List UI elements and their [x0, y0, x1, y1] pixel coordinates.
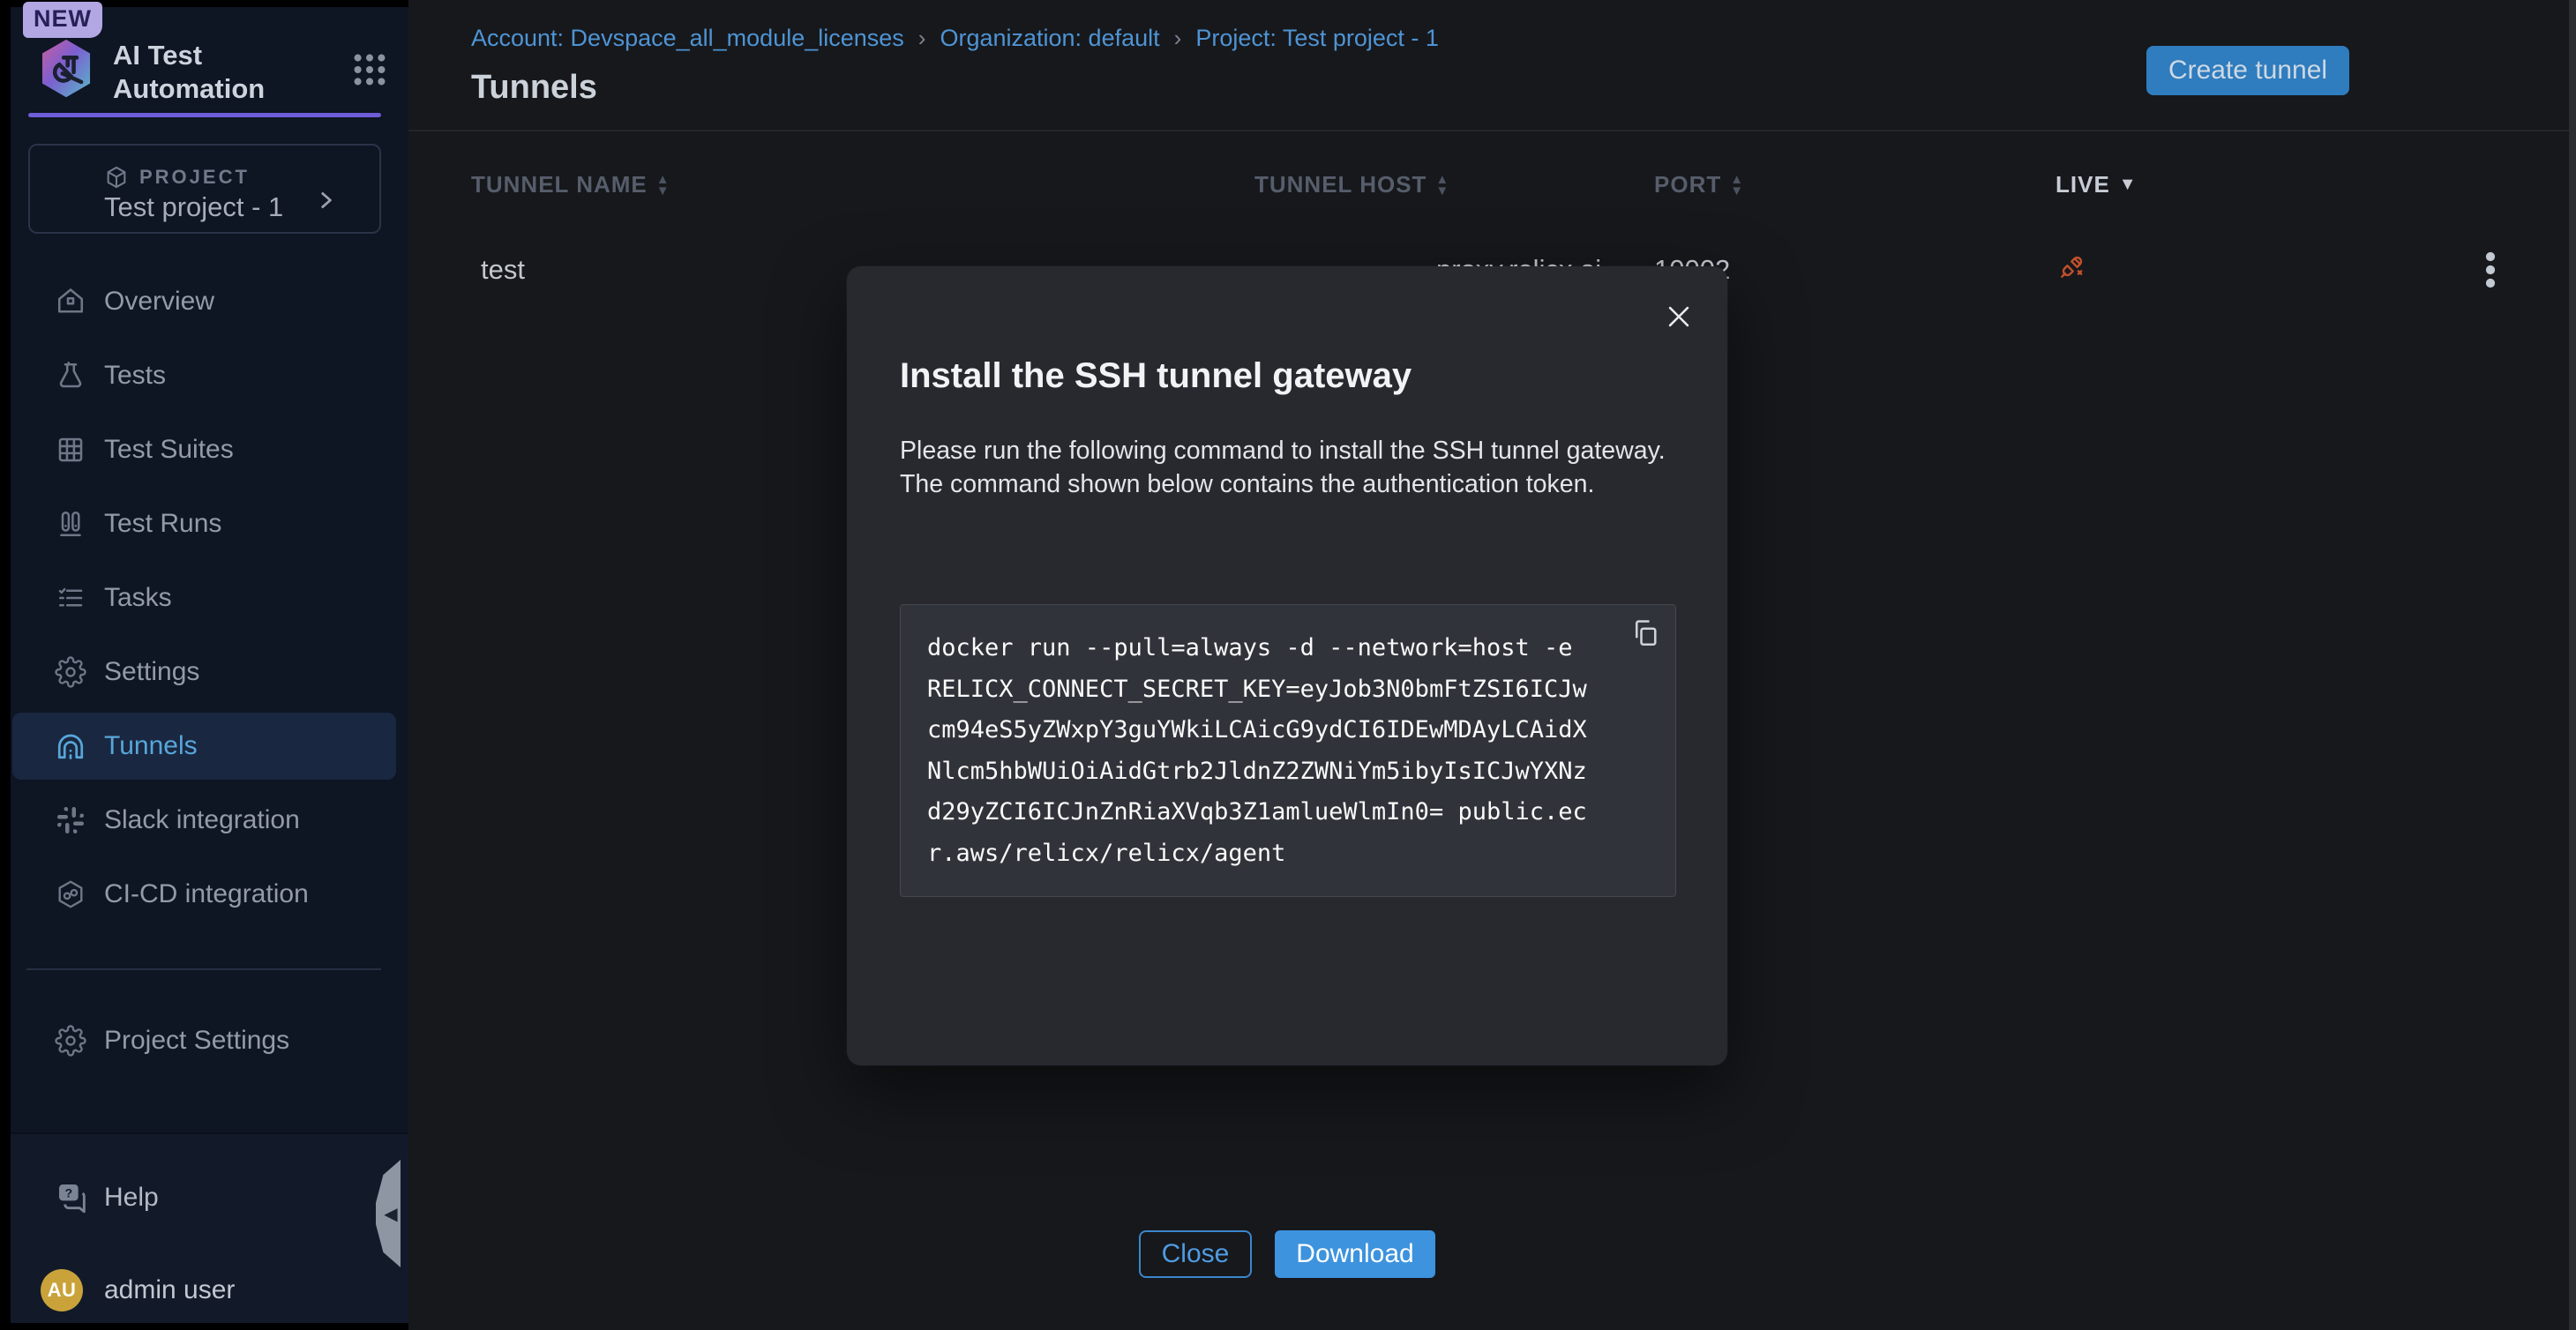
sidebar-item-cicd-integration[interactable]: CI-CD integration	[11, 857, 408, 931]
code-line: d29yZCI6ICJnZnRiaXVqb3Z1amlueWlmIn0= pub…	[927, 792, 1649, 833]
cell-tunnel-name: test	[481, 254, 525, 286]
sidebar-item-test-runs[interactable]: Test Runs	[11, 487, 408, 561]
help-chat-icon: ?	[55, 1180, 90, 1215]
scrollbar[interactable]	[2569, 0, 2576, 1330]
svg-text:?: ?	[65, 1186, 73, 1200]
sidebar-item-tunnels[interactable]: Tunnels	[11, 709, 408, 783]
slack-icon	[55, 804, 86, 836]
row-kebab-menu[interactable]	[2473, 249, 2508, 291]
user-name: admin user	[104, 1275, 235, 1305]
accent-divider	[28, 113, 381, 117]
breadcrumb-project[interactable]: Project: Test project - 1	[1195, 25, 1439, 52]
columns-icon	[55, 508, 86, 540]
close-icon[interactable]	[1664, 302, 1694, 332]
code-line: RELICX_CONNECT_SECRET_KEY=eyJob3N0bmFtZS…	[927, 669, 1649, 711]
modal-download-button[interactable]: Download	[1275, 1230, 1435, 1278]
sidebar-item-tasks[interactable]: Tasks	[11, 561, 408, 635]
sidebar-item-slack-integration[interactable]: Slack integration	[11, 783, 408, 857]
command-code-block: docker run --pull=always -d --network=ho…	[900, 604, 1676, 897]
breadcrumb-account[interactable]: Account: Devspace_all_module_licenses	[471, 25, 904, 52]
hexagon-link-icon	[55, 878, 86, 910]
sidebar-item-project-settings[interactable]: Project Settings	[11, 1004, 408, 1078]
breadcrumb: Account: Devspace_all_module_licenses › …	[471, 25, 1439, 52]
code-line: cm94eS5yZWxpY3guYWkiLCAicG9ydCI6IDEwMDAy…	[927, 710, 1649, 751]
column-header-tunnel-host[interactable]: TUNNEL HOST ▲▼	[1254, 171, 1449, 198]
sort-icon: ▲▼	[1730, 174, 1744, 197]
app-window: AI Test Automation PROJECT Test project …	[0, 0, 2576, 1330]
page-title: Tunnels	[471, 69, 597, 107]
sidebar-nav: Overview Tests Test Suites Test Runs	[11, 265, 408, 931]
app-grid-icon[interactable]	[349, 49, 390, 90]
breadcrumb-separator: ›	[1174, 25, 1182, 52]
tunnel-icon	[55, 730, 86, 762]
sort-desc-icon: ▼	[2119, 175, 2138, 195]
modal-title: Install the SSH tunnel gateway	[900, 356, 1412, 396]
app-logo-row: AI Test Automation	[35, 37, 388, 111]
modal-close-button[interactable]: Close	[1139, 1230, 1252, 1278]
gear-icon	[55, 656, 86, 688]
gear-icon	[55, 1025, 86, 1057]
new-badge: NEW	[23, 2, 102, 38]
help-button[interactable]: ? Help	[11, 1169, 381, 1226]
copy-icon[interactable]	[1629, 617, 1661, 649]
sort-icon: ▲▼	[1435, 174, 1449, 197]
column-header-tunnel-name[interactable]: TUNNEL NAME ▲▼	[471, 171, 670, 198]
breadcrumb-separator: ›	[918, 25, 926, 52]
table-header: TUNNEL NAME ▲▼ TUNNEL HOST ▲▼ PORT ▲▼ LI…	[408, 166, 2569, 208]
app-logo-icon	[35, 37, 97, 102]
plug-disconnected-icon	[2056, 250, 2088, 282]
project-label: PROJECT	[139, 166, 250, 189]
install-gateway-modal: Install the SSH tunnel gateway Please ru…	[847, 266, 1727, 1065]
project-value: Test project - 1	[104, 191, 283, 223]
sidebar: AI Test Automation PROJECT Test project …	[11, 7, 408, 1323]
code-line: docker run --pull=always -d --network=ho…	[927, 628, 1649, 669]
project-selector[interactable]: PROJECT Test project - 1	[28, 144, 381, 234]
sidebar-item-settings[interactable]: Settings	[11, 635, 408, 709]
header-divider	[408, 130, 2569, 131]
sidebar-secondary: Project Settings	[11, 1004, 408, 1078]
code-line: Nlcm5hbWUiOiAidGtrb2JldnZ2ZWNiYm5ibyIsIC…	[927, 751, 1649, 793]
flask-icon	[55, 360, 86, 392]
sort-icon: ▲▼	[656, 174, 670, 197]
modal-actions: Close Download	[847, 1230, 1727, 1280]
code-line: r.aws/relicx/relicx/agent	[927, 833, 1649, 875]
chevron-right-icon	[314, 186, 337, 214]
home-icon	[55, 286, 86, 318]
user-menu[interactable]: AU admin user	[11, 1263, 381, 1318]
sidebar-item-tests[interactable]: Tests	[11, 339, 408, 413]
grid-icon	[55, 434, 86, 466]
sidebar-item-test-suites[interactable]: Test Suites	[11, 413, 408, 487]
modal-body-text: Please run the following command to inst…	[900, 434, 1680, 501]
list-icon	[55, 582, 86, 614]
sidebar-divider	[26, 968, 381, 970]
sidebar-footer: ? Help AU admin user	[11, 1132, 408, 1323]
avatar: AU	[41, 1269, 83, 1311]
app-title: AI Test Automation	[113, 39, 265, 106]
create-tunnel-button[interactable]: Create tunnel	[2146, 46, 2349, 95]
column-header-live[interactable]: LIVE ▼	[2056, 171, 2138, 198]
sidebar-item-overview[interactable]: Overview	[11, 265, 408, 339]
cube-icon	[104, 165, 129, 190]
column-header-port[interactable]: PORT ▲▼	[1654, 171, 1744, 198]
breadcrumb-organization[interactable]: Organization: default	[940, 25, 1159, 52]
